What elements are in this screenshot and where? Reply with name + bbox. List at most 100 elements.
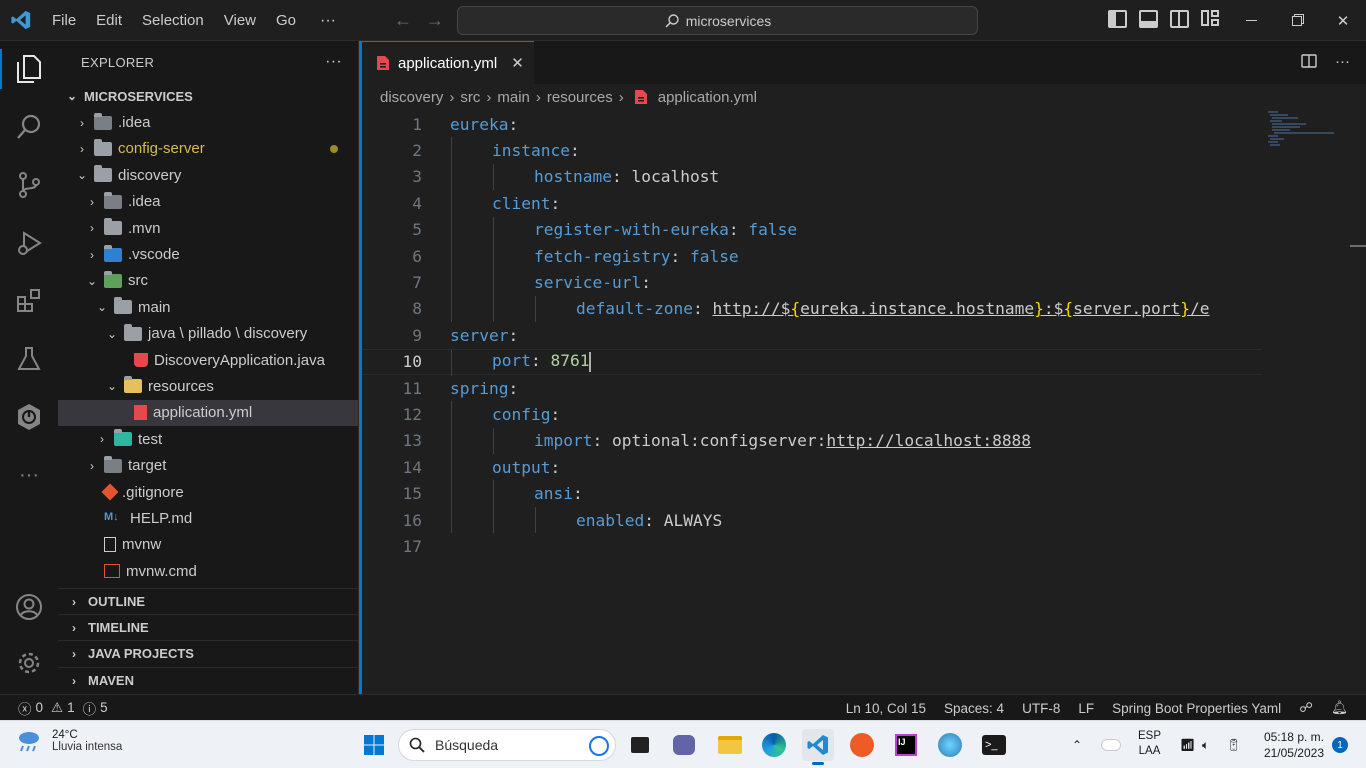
menu-more-button[interactable]: ··· [306, 0, 350, 41]
java-projects-section[interactable]: › JAVA PROJECTS [58, 640, 358, 666]
minimap[interactable] [1268, 111, 1348, 151]
tree-item[interactable]: › .idea [58, 109, 358, 135]
tree-item[interactable]: › target [58, 452, 358, 478]
customize-layout-icon[interactable] [1201, 10, 1220, 28]
tree-item[interactable]: › test [58, 426, 358, 452]
tree-item[interactable]: DiscoveryApplication.java [58, 347, 358, 373]
timeline-section[interactable]: › TIMELINE [58, 614, 358, 640]
intellij-icon[interactable]: IJ [890, 729, 922, 761]
tree-item[interactable]: › .idea [58, 189, 358, 215]
search-icon[interactable] [0, 101, 58, 153]
spring-boot-dashboard-icon[interactable] [0, 391, 58, 443]
edge-browser-icon[interactable] [758, 729, 790, 761]
tree-item[interactable]: ⌄ main [58, 294, 358, 320]
spring-tool-icon[interactable] [934, 729, 966, 761]
command-center-search[interactable]: microservices [457, 6, 978, 35]
source-control-icon[interactable] [0, 159, 58, 211]
yaml-key: instance [492, 141, 570, 161]
problems-indicator[interactable]: ⓧ 0 ⚠ 1 ⓘ 5 [0, 698, 108, 718]
vscode-logo-icon[interactable] [0, 0, 42, 41]
wifi-icon[interactable]: 📶︎ [1180, 721, 1195, 768]
settings-gear-icon[interactable] [0, 637, 58, 689]
tree-item[interactable]: ⌄ resources [58, 373, 358, 399]
task-view-icon[interactable] [624, 729, 656, 761]
workspace-root[interactable]: ⌄ MICROSERVICES [58, 83, 358, 109]
tree-item[interactable]: › .mvn [58, 215, 358, 241]
breadcrumb-item[interactable]: discovery [380, 89, 443, 106]
run-debug-icon[interactable] [0, 217, 58, 269]
menu-go[interactable]: Go [266, 0, 306, 41]
forward-arrow-icon[interactable]: → [426, 10, 444, 31]
breadcrumb-item[interactable]: src [460, 89, 480, 106]
tree-item[interactable]: mvnw [58, 532, 358, 558]
windows-start-icon[interactable] [358, 729, 390, 761]
weather-widget[interactable]: 24°C Lluvia intensa [16, 729, 122, 753]
indentation[interactable]: Spaces: 4 [935, 701, 1013, 716]
cloud-icon[interactable] [1102, 721, 1120, 768]
toggle-panel-icon[interactable] [1139, 10, 1158, 28]
restore-icon[interactable] [1274, 0, 1320, 41]
tree-item[interactable]: ⌄ src [58, 268, 358, 294]
tree-item[interactable]: › .vscode [58, 241, 358, 267]
language-mode[interactable]: Spring Boot Properties Yaml [1103, 701, 1290, 716]
yaml-url-value[interactable]: http://localhost:8888 [826, 431, 1031, 450]
breadcrumb-item[interactable]: resources [547, 89, 613, 106]
outline-section[interactable]: › OUTLINE [58, 588, 358, 614]
menu-selection[interactable]: Selection [132, 0, 214, 41]
editor-more-icon[interactable]: ··· [1335, 53, 1350, 73]
more-views-icon[interactable]: ··· [0, 449, 58, 501]
notifications-bell-icon[interactable]: 🔔︎ [1322, 700, 1366, 716]
java-projects-label: JAVA PROJECTS [88, 646, 194, 661]
menu-edit[interactable]: Edit [86, 0, 132, 41]
encoding[interactable]: UTF-8 [1013, 701, 1069, 716]
cursor-position[interactable]: Ln 10, Col 15 [837, 701, 935, 716]
code-editor[interactable]: 1 eureka: 2 instance: 3 hostname: localhost… [362, 111, 1262, 560]
feedback-icon[interactable]: ☍ [1290, 700, 1322, 716]
taskbar-search[interactable]: Búsqueda [398, 729, 616, 761]
code-line: 15 ansi: [362, 480, 1262, 507]
yaml-url-value[interactable]: http://${eureka.instance.hostname}:${ser… [712, 299, 1209, 318]
input-language[interactable]: ESP LAA [1138, 729, 1161, 759]
breadcrumb-item[interactable]: application.yml [658, 89, 757, 106]
error-icon: ⓧ [18, 701, 32, 717]
volume-icon[interactable]: 🔈︎ [1202, 721, 1209, 768]
split-editor-icon[interactable] [1301, 53, 1317, 73]
testing-icon[interactable] [0, 333, 58, 385]
file-icon [104, 537, 116, 553]
account-icon[interactable] [0, 581, 58, 633]
scrollbar-marker[interactable] [1350, 245, 1366, 247]
menu-file[interactable]: File [42, 0, 86, 41]
end-of-line[interactable]: LF [1069, 701, 1103, 716]
vscode-taskbar-icon[interactable] [802, 729, 834, 765]
tree-item[interactable]: › config-server [58, 136, 358, 162]
tree-item-label: .mvn [128, 219, 161, 237]
maven-section[interactable]: › MAVEN [58, 667, 358, 693]
toggle-primary-sidebar-icon[interactable] [1108, 10, 1127, 28]
tree-item[interactable]: .gitignore [58, 479, 358, 505]
notification-badge[interactable]: 1 [1332, 737, 1348, 753]
tree-item[interactable]: M↓ HELP.md [58, 505, 358, 531]
minimize-icon[interactable] [1228, 0, 1274, 41]
extensions-icon[interactable] [0, 275, 58, 327]
close-window-icon[interactable]: ✕ [1320, 0, 1366, 41]
explorer-icon[interactable] [0, 43, 58, 95]
explorer-more-button[interactable]: ··· [325, 53, 342, 71]
breadcrumb-item[interactable]: main [497, 89, 530, 106]
file-explorer-icon[interactable] [714, 729, 746, 761]
tree-item[interactable]: mvnw.cmd [58, 558, 358, 584]
postman-icon[interactable] [846, 729, 878, 761]
tree-item[interactable]: ⌄ java \ pillado \ discovery [58, 321, 358, 347]
close-tab-icon[interactable]: ✕ [511, 54, 524, 72]
explorer-sidebar: EXPLORER ··· ⌄ MICROSERVICES › .idea › conf… [58, 41, 359, 694]
tab-application-yml[interactable]: application.yml ✕ [362, 41, 534, 84]
toggle-secondary-sidebar-icon[interactable] [1170, 10, 1189, 28]
tree-item[interactable]: application.yml [58, 399, 358, 427]
battery-icon[interactable]: 🔋︎ [1226, 721, 1241, 768]
terminal-icon[interactable]: >_ [978, 729, 1010, 761]
tray-overflow-icon[interactable]: ⌃ [1072, 721, 1082, 768]
menu-view[interactable]: View [214, 0, 266, 41]
back-arrow-icon[interactable]: ← [394, 10, 412, 31]
teams-chat-icon[interactable] [668, 729, 700, 761]
system-clock[interactable]: 05:18 p. m. 21/05/2023 [1264, 729, 1324, 761]
tree-item[interactable]: ⌄ discovery [58, 162, 358, 188]
